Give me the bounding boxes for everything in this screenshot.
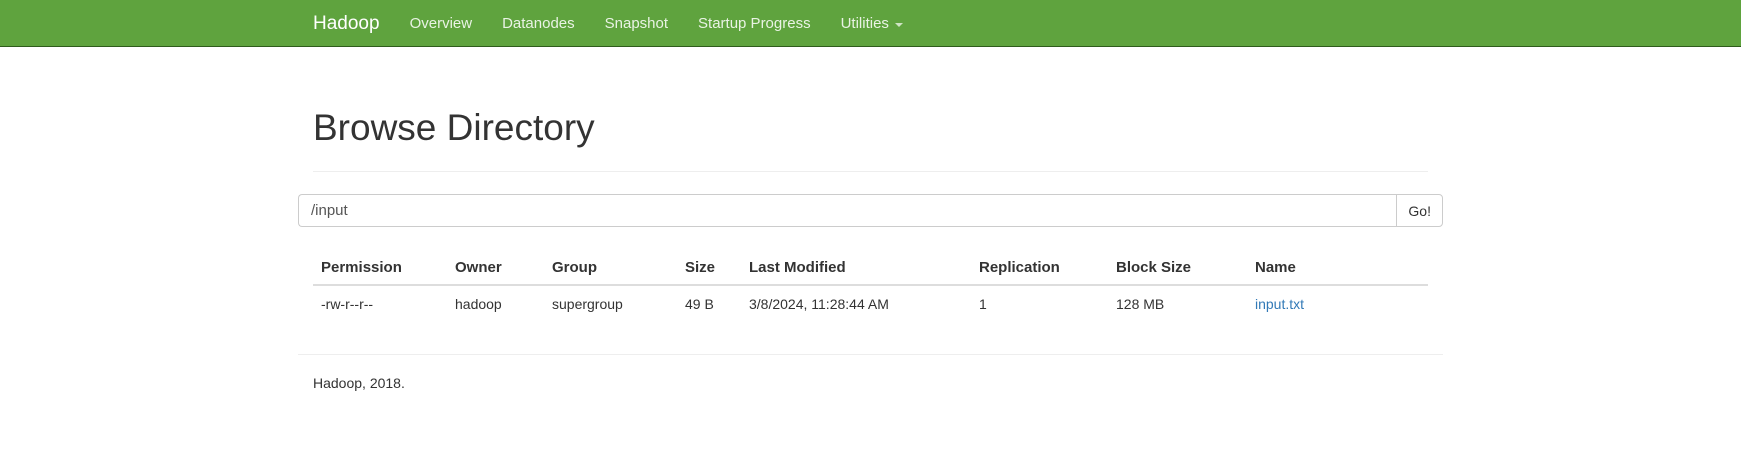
file-link-input-txt[interactable]: input.txt — [1255, 296, 1304, 312]
header-name[interactable]: Name — [1247, 253, 1428, 286]
nav-utilities-dropdown[interactable]: Utilities — [841, 15, 903, 32]
file-table: Permission Owner Group Size Last Modifie… — [313, 253, 1428, 322]
cell-permission: -rw-r--r-- — [321, 296, 374, 312]
table-row: -rw-r--r-- hadoop supergroup 49 B 3/8/20… — [313, 285, 1428, 322]
cell-owner: hadoop — [455, 296, 502, 312]
nav-utilities-label: Utilities — [840, 15, 889, 32]
page-header: Browse Directory — [313, 47, 1428, 172]
cell-last-modified: 3/8/2024, 11:28:44 AM — [749, 296, 889, 312]
brand-link[interactable]: Hadoop — [313, 13, 380, 35]
top-navbar: Hadoop Overview Datanodes Snapshot Start… — [0, 0, 1741, 47]
main-container: Browse Directory Go! Permission Owner Gr… — [298, 47, 1443, 391]
nav-overview[interactable]: Overview — [410, 15, 473, 32]
go-button[interactable]: Go! — [1396, 194, 1443, 227]
directory-path-input[interactable] — [298, 194, 1397, 227]
directory-search: Go! — [298, 194, 1443, 227]
header-last-modified[interactable]: Last Modified — [741, 253, 971, 286]
cell-group: supergroup — [552, 296, 623, 312]
header-owner[interactable]: Owner — [447, 253, 544, 286]
cell-replication: 1 — [979, 296, 987, 312]
cell-size: 49 B — [685, 296, 714, 312]
cell-name: input.txt — [1247, 285, 1428, 322]
cell-block-size: 128 MB — [1116, 296, 1165, 312]
header-block-size[interactable]: Block Size — [1108, 253, 1247, 286]
nav-datanodes[interactable]: Datanodes — [502, 15, 575, 32]
page-title: Browse Directory — [313, 107, 595, 148]
table-header-row: Permission Owner Group Size Last Modifie… — [313, 253, 1428, 286]
header-replication[interactable]: Replication — [971, 253, 1108, 286]
navbar-inner: Hadoop Overview Datanodes Snapshot Start… — [300, 0, 1441, 47]
footer-divider — [298, 354, 1443, 355]
footer-text: Hadoop, 2018. — [313, 375, 405, 391]
nav-startup-progress[interactable]: Startup Progress — [698, 15, 811, 32]
nav-snapshot[interactable]: Snapshot — [605, 15, 668, 32]
header-group[interactable]: Group — [544, 253, 677, 286]
caret-down-icon — [894, 22, 903, 27]
header-permission[interactable]: Permission — [313, 253, 447, 286]
header-size[interactable]: Size — [677, 253, 741, 286]
